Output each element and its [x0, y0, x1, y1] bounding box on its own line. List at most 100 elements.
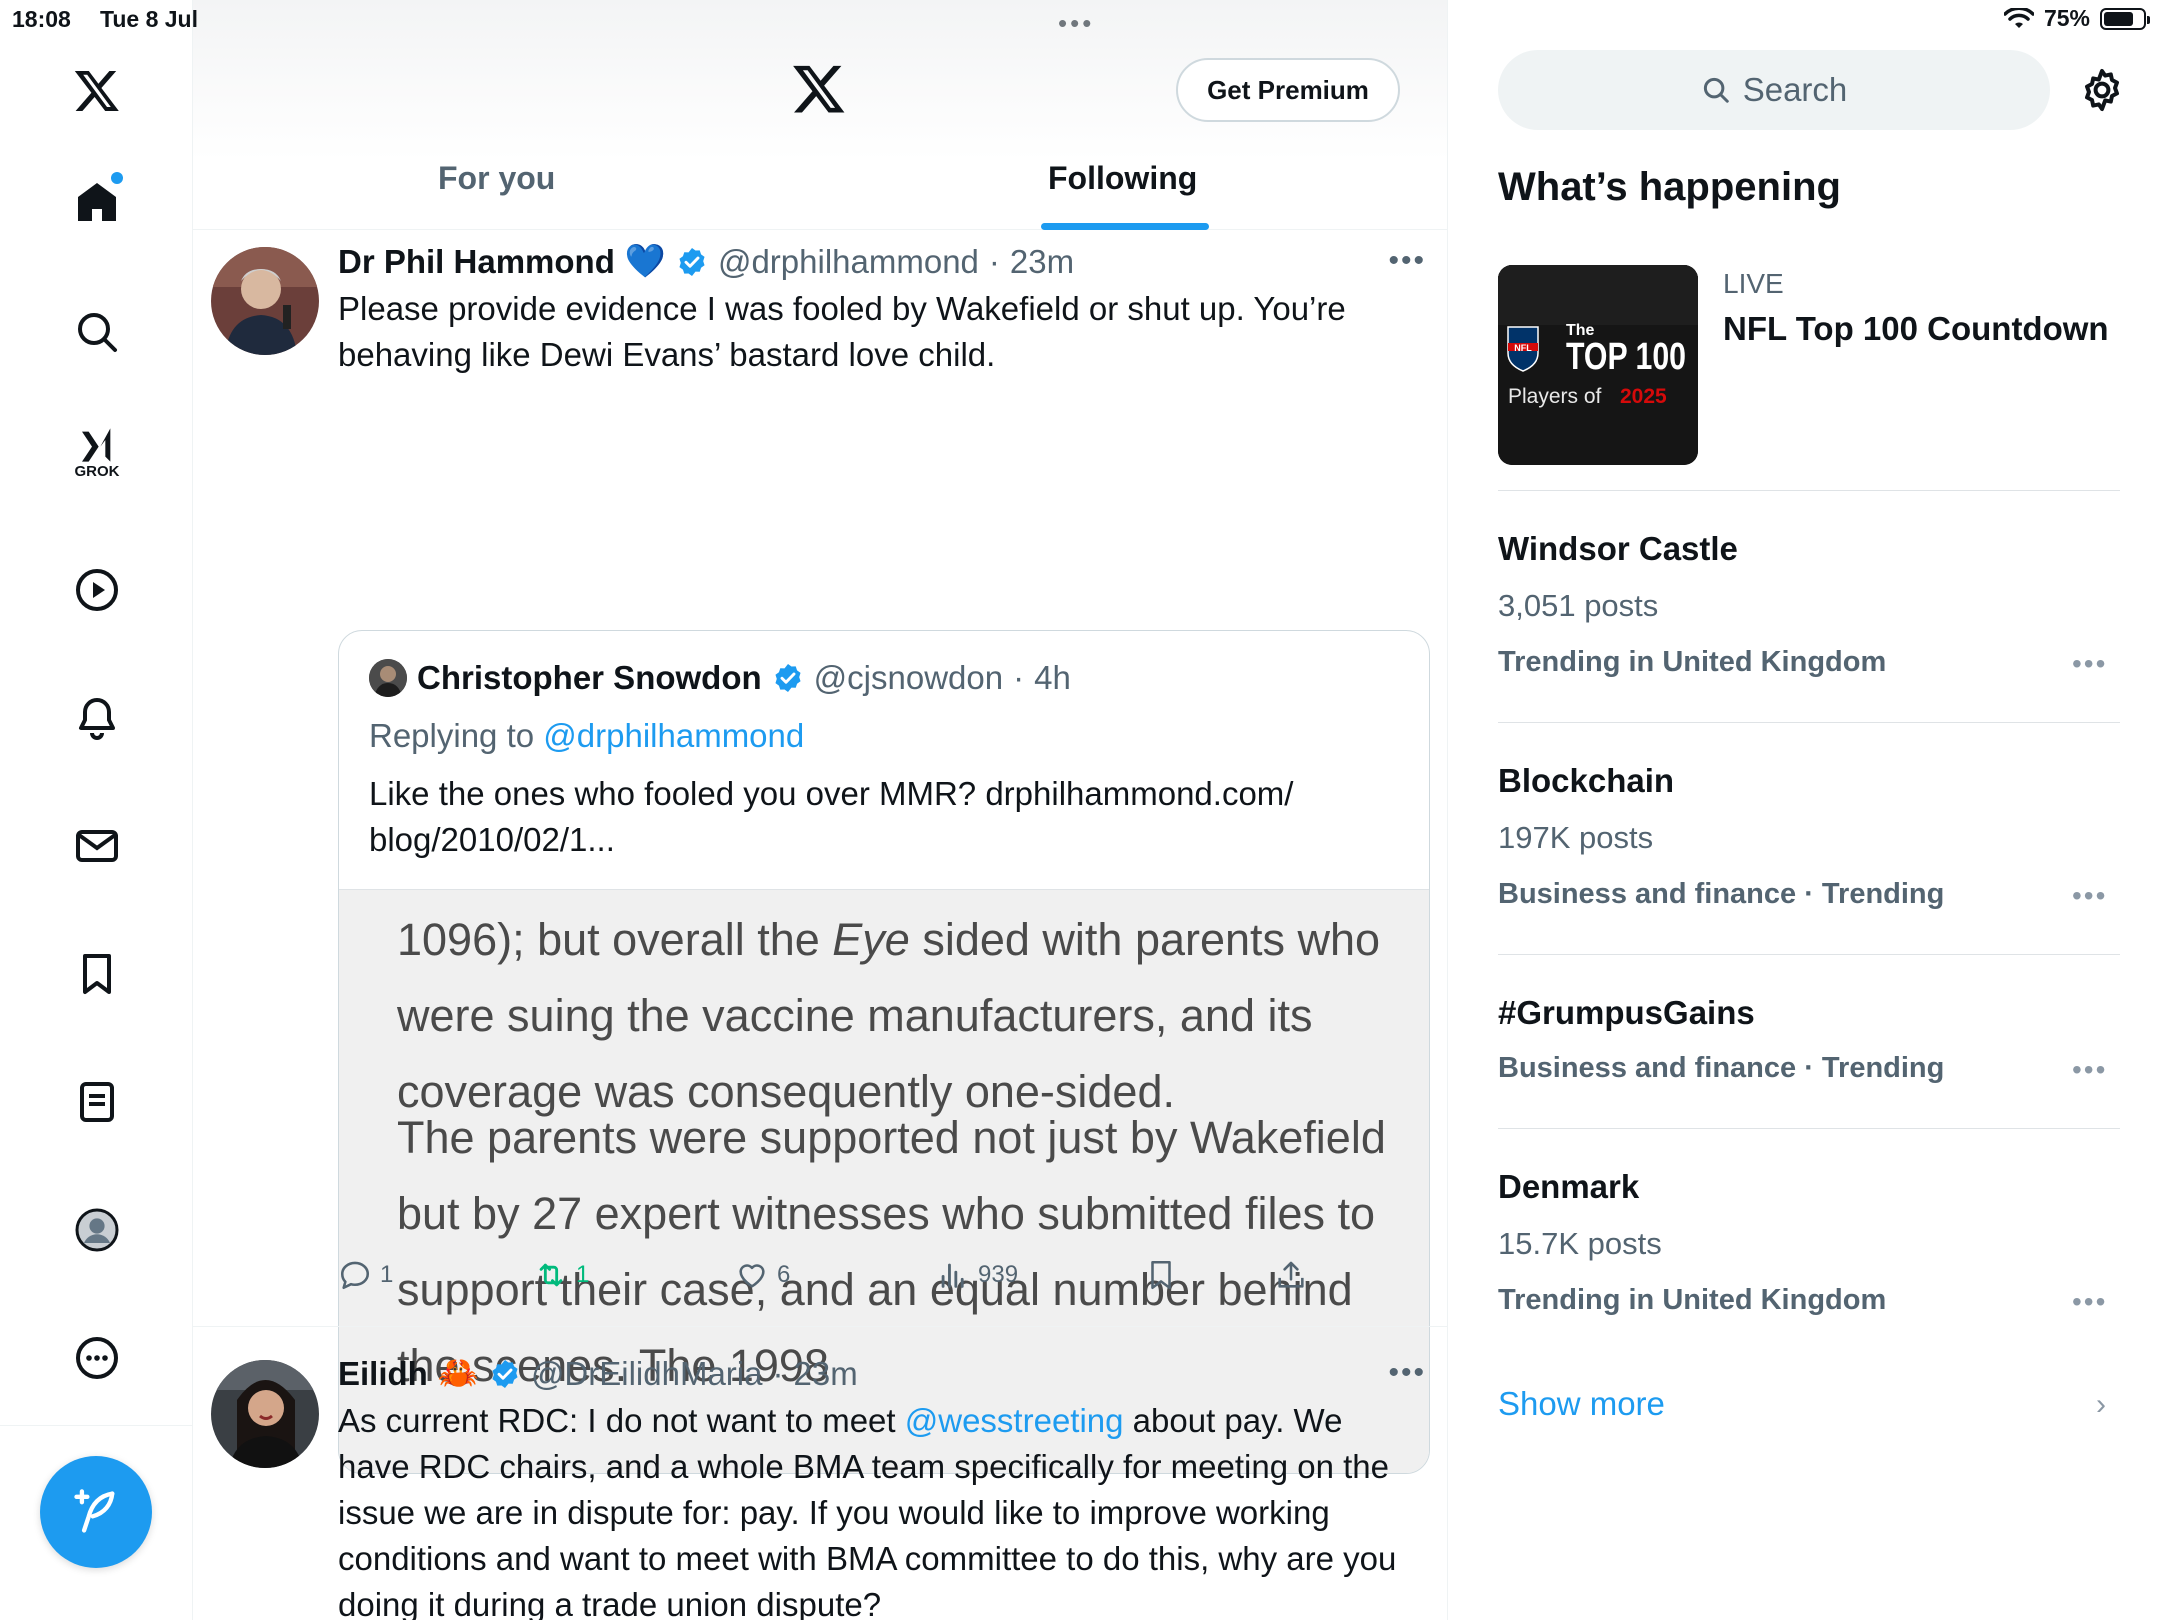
bell-icon — [79, 698, 115, 740]
trend-divider — [1498, 722, 2120, 723]
nav-video[interactable] — [55, 548, 139, 632]
battery-icon — [2100, 7, 2150, 30]
quote-avatar[interactable] — [369, 659, 407, 697]
nav-messages[interactable] — [55, 804, 139, 888]
home-icon — [78, 183, 116, 221]
search-placeholder: Search — [1742, 71, 1848, 108]
share-button[interactable] — [1274, 1258, 1308, 1292]
live-event-image[interactable]: NFL The TOP 100 Players of 2025 — [1498, 265, 1698, 465]
trend-category: Business and finance · Trending — [1498, 1052, 1945, 1084]
grok-icon — [82, 427, 111, 462]
view-count: 939 — [978, 1261, 1019, 1288]
mention-link[interactable]: @wesstreeting — [905, 1402, 1124, 1439]
grok-label: GROK — [74, 462, 120, 480]
avatar-image — [211, 247, 319, 355]
views-button[interactable]: 939 — [936, 1258, 1018, 1292]
reply-count: 1 — [380, 1261, 394, 1288]
status-bar: 18:08 Tue 8 Jul ••• 75% — [0, 0, 2160, 40]
tweet-time[interactable]: 23m — [1010, 243, 1074, 281]
search-input[interactable]: Search — [1498, 50, 2050, 130]
bookmark-icon — [83, 954, 111, 994]
nav-explore[interactable] — [55, 290, 139, 374]
trend-title[interactable]: Windsor Castle — [1498, 530, 1738, 568]
trend-more-icon[interactable]: ••• — [2072, 1054, 2107, 1086]
repost-button[interactable]: 1 — [534, 1258, 589, 1292]
tweet-time[interactable]: 23m — [794, 1355, 858, 1393]
heart-icon — [739, 1264, 765, 1288]
replying-to-mention[interactable]: @drphilhammond — [543, 717, 804, 754]
live-title[interactable]: NFL Top 100 Countdown — [1723, 310, 2109, 348]
nav-home[interactable] — [55, 160, 139, 244]
separator-dot: · — [988, 242, 1000, 280]
tab-for-you[interactable]: For you — [438, 160, 555, 197]
video-icon — [76, 569, 118, 611]
trend-more-icon[interactable]: ••• — [2072, 648, 2107, 680]
avatar[interactable] — [211, 1360, 319, 1468]
get-premium-button[interactable]: Get Premium — [1176, 58, 1400, 122]
status-date: Tue 8 Jul — [100, 6, 198, 32]
bookmark-button[interactable] — [1144, 1258, 1178, 1292]
author-handle[interactable]: @DrEilidhMaria — [531, 1355, 763, 1393]
trend-title[interactable]: Denmark — [1498, 1168, 1639, 1206]
battery-percent: 75% — [2043, 5, 2090, 31]
image-paragraph-1: 1096); but overall the Eye sided with pa… — [397, 902, 1407, 1130]
author-name[interactable]: Eilidh — [338, 1355, 428, 1393]
image-top100-text: TOP 100 — [1566, 336, 1686, 378]
like-button[interactable]: 6 — [735, 1258, 790, 1292]
tab-following[interactable]: Following — [1048, 160, 1197, 197]
trend-title[interactable]: #GrumpusGains — [1498, 994, 1755, 1032]
gear-icon[interactable] — [2078, 66, 2126, 114]
replying-prefix: Replying to — [369, 717, 535, 754]
verified-badge-icon — [492, 1359, 518, 1388]
quote-author-handle[interactable]: @cjsnowdon — [814, 659, 1003, 697]
nfl-badge-text: NFL — [1514, 343, 1532, 353]
like-count: 6 — [777, 1261, 791, 1288]
trend-posts: 15.7K posts — [1498, 1226, 1662, 1261]
x-logo-icon[interactable] — [55, 48, 139, 132]
replying-to: Replying to @drphilhammond — [369, 717, 804, 755]
nav-bookmarks[interactable] — [55, 932, 139, 1016]
image-text-italic: Eye — [832, 914, 910, 965]
nav-lists[interactable] — [55, 1060, 139, 1144]
tweet[interactable]: Dr Phil Hammond 💙 @drphilhammond · 23m •… — [193, 230, 1447, 1474]
wifi-icon — [2003, 7, 2034, 28]
image-players-text: Players of — [1508, 385, 1602, 408]
tweet-more-icon[interactable]: ••• — [1388, 1356, 1426, 1390]
status-time: 18:08 — [12, 6, 71, 32]
tweet-more-icon[interactable]: ••• — [1388, 244, 1426, 278]
nav-more[interactable] — [55, 1316, 139, 1400]
multitask-dots-icon[interactable]: ••• — [1058, 8, 1094, 39]
chevron-right-icon[interactable]: › — [2096, 1388, 2106, 1422]
trend-more-icon[interactable]: ••• — [2072, 880, 2107, 912]
quote-time[interactable]: 4h — [1034, 659, 1071, 697]
list-icon — [80, 1082, 114, 1122]
tweet-text: Please provide evidence I was fooled by … — [338, 290, 1346, 373]
reply-button[interactable]: 1 — [338, 1258, 393, 1292]
verified-badge-icon — [775, 664, 801, 692]
compose-button[interactable] — [40, 1456, 152, 1568]
trend-more-icon[interactable]: ••• — [2072, 1286, 2107, 1318]
nav-notifications[interactable] — [55, 676, 139, 760]
tweet-text: As current RDC: I do not want to meet @w… — [338, 1398, 1418, 1620]
quote-text-line1: Like the ones who fooled you over MMR? d… — [369, 775, 1294, 812]
nav-divider — [0, 1425, 193, 1426]
active-tab-indicator — [1041, 223, 1209, 230]
compose-feather-icon — [74, 1489, 115, 1533]
author-handle[interactable]: @drphilhammond — [718, 243, 979, 281]
bookmark-icon — [1151, 1260, 1171, 1290]
avatar[interactable] — [211, 247, 319, 355]
nav-grok[interactable]: GROK — [55, 410, 139, 494]
left-nav: GROK — [0, 0, 193, 1620]
trend-title[interactable]: Blockchain — [1498, 762, 1674, 800]
author-name[interactable]: Dr Phil Hammond — [338, 243, 615, 281]
tweet[interactable]: Eilidh 🦀 @DrEilidhMaria · 23m ••• As cur… — [193, 1326, 1447, 1620]
nav-profile[interactable] — [55, 1188, 139, 1272]
image-year-text: 2025 — [1620, 385, 1667, 408]
live-label: LIVE — [1723, 268, 1784, 299]
show-more-link[interactable]: Show more — [1498, 1385, 1665, 1423]
quote-author-name[interactable]: Christopher Snowdon — [417, 659, 762, 697]
heart-emoji: 💙 — [624, 242, 666, 279]
right-sidebar: Search What’s happening NFL The TOP 100 … — [1448, 0, 2160, 1620]
trend-category: Trending in United Kingdom — [1498, 1284, 1887, 1316]
x-logo-icon[interactable] — [791, 60, 847, 116]
